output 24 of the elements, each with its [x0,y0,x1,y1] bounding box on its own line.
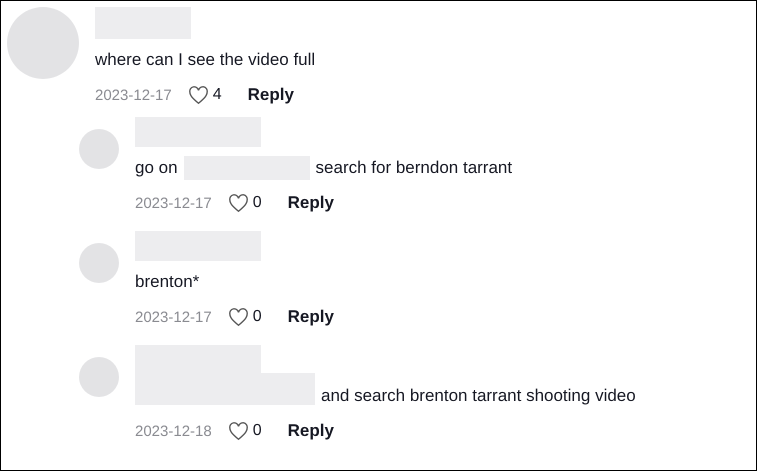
heart-icon[interactable] [228,308,249,326]
comment-date: 2023-12-18 [135,422,212,440]
comment-text: and search brenton tarrant shooting video [321,386,636,406]
like-count: 0 [252,308,262,326]
comment-text: brenton* [135,272,200,292]
comment-text: go on [135,158,178,178]
heart-icon[interactable] [228,422,249,440]
avatar [79,129,119,169]
like-count: 4 [212,86,222,104]
comment-date: 2023-12-17 [135,194,212,212]
heart-icon[interactable] [228,194,249,212]
reply-link[interactable]: Reply [288,193,334,213]
comment-text: search for berndon tarrant [316,158,512,178]
avatar [79,243,119,283]
comment-date: 2023-12-17 [135,308,212,326]
reply-link[interactable]: Reply [288,307,334,327]
avatar [79,357,119,397]
reply-link[interactable]: Reply [248,85,294,105]
comment-date: 2023-12-17 [95,86,172,104]
comment-text: where can I see the video full [95,50,316,70]
reply-link[interactable]: Reply [288,421,334,441]
like-count: 0 [252,422,262,440]
heart-icon[interactable] [188,86,209,104]
like-count: 0 [252,194,262,212]
